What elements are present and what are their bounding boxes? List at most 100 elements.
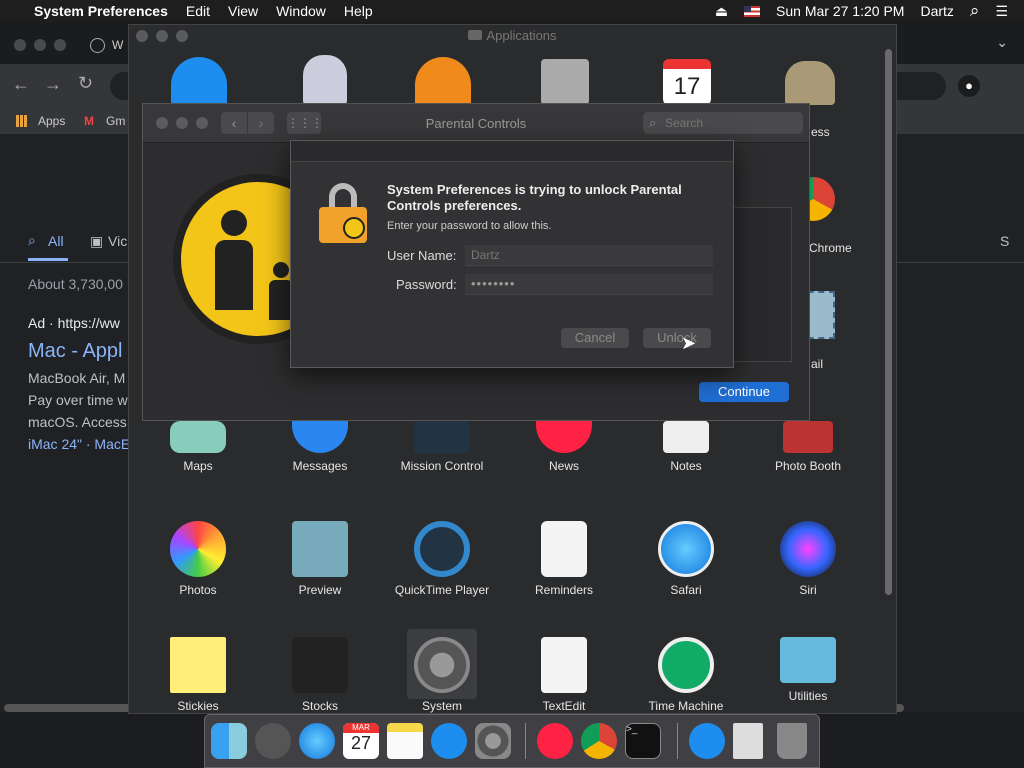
terminal-dock-icon[interactable]: >_ (625, 723, 661, 759)
dialog-title-strip (291, 141, 733, 162)
ad-desc-3: macOS. Access (28, 414, 127, 430)
dialog-heading: System Preferences is trying to unlock P… (387, 182, 682, 213)
preferences-search-field[interactable]: ⌕ Search (643, 112, 803, 134)
chess-label: ess (811, 125, 830, 139)
dock-divider (525, 723, 526, 759)
password-label: Password: (396, 277, 457, 292)
news-dock-icon[interactable] (537, 723, 573, 759)
calendar-icon[interactable]: 17 (663, 59, 711, 105)
app-textedit[interactable]: TextEdit (503, 637, 625, 713)
app-store-icon[interactable] (171, 57, 227, 105)
finder-scrollbar[interactable] (885, 49, 892, 595)
calculator-icon[interactable] (541, 59, 589, 105)
app-mission-control[interactable]: Mission Control (381, 421, 503, 473)
ad-url[interactable]: Ad · https://ww (28, 315, 120, 331)
app-siri[interactable]: Siri (747, 521, 869, 597)
unlock-dialog: System Preferences is trying to unlock P… (290, 140, 734, 368)
stickies-icon (170, 637, 226, 693)
search-tab-right[interactable]: S (1000, 233, 1009, 249)
search-tab-all[interactable]: All (48, 233, 64, 249)
app-news[interactable]: News (503, 421, 625, 473)
app-stickies[interactable]: Stickies (137, 637, 259, 713)
gmail-icon[interactable]: M (84, 114, 94, 128)
show-all-grid-button[interactable]: ⋮⋮⋮ (287, 112, 323, 134)
eject-icon[interactable]: ⏏ (715, 3, 728, 20)
app-preview[interactable]: Preview (259, 521, 381, 597)
app-messages[interactable]: Messages (259, 421, 381, 473)
control-center-icon[interactable]: ☰ (995, 3, 1008, 20)
safari-dock-icon[interactable] (299, 723, 335, 759)
siri-icon (780, 521, 836, 577)
window-zoom-button[interactable] (54, 39, 66, 51)
menu-edit[interactable]: Edit (186, 3, 210, 19)
app-safari[interactable]: Safari (625, 521, 747, 597)
bookmark-apps[interactable]: Apps (38, 114, 65, 128)
document-stack-icon[interactable] (733, 723, 763, 759)
calendar-dock-icon[interactable]: MAR 27 (343, 723, 379, 759)
tab-title[interactable]: W (112, 38, 123, 52)
app-notes[interactable]: Notes (625, 421, 747, 473)
ad-title-link[interactable]: Mac - Appl (28, 340, 122, 363)
launchpad-icon[interactable] (255, 723, 291, 759)
app-photos[interactable]: Photos (137, 521, 259, 597)
chrome-app-label: Chrome (809, 241, 852, 255)
system-preferences-dock-icon[interactable] (475, 723, 511, 759)
books-icon[interactable] (415, 57, 471, 105)
notes-dock-icon[interactable] (387, 723, 423, 759)
continue-button[interactable]: Continue (699, 382, 789, 402)
reload-icon[interactable]: ↻ (78, 73, 93, 94)
app-menu[interactable]: System Preferences (34, 3, 168, 19)
automator-icon[interactable] (303, 55, 347, 105)
tab-search-chevron-icon[interactable]: ⌄ (996, 34, 1008, 51)
search-tab-videos[interactable]: Vic (108, 233, 127, 249)
app-stocks[interactable]: Stocks (259, 637, 381, 713)
content-panel (733, 207, 792, 362)
bookmark-gmail[interactable]: Gm (106, 114, 125, 128)
window-close-button[interactable] (14, 39, 26, 51)
finder-close-button[interactable] (136, 30, 148, 42)
menu-view[interactable]: View (228, 3, 258, 19)
finder-zoom-button[interactable] (176, 30, 188, 42)
app-quicktime[interactable]: QuickTime Player (381, 521, 503, 597)
menu-window[interactable]: Window (276, 3, 326, 19)
pc-zoom-button[interactable] (196, 117, 208, 129)
mouse-cursor-icon: ➤ (681, 333, 697, 353)
finder-icon[interactable] (211, 723, 247, 759)
spotlight-search-icon[interactable]: ⌕ (970, 1, 980, 21)
password-field[interactable]: •••••••• (465, 274, 713, 295)
pc-close-button[interactable] (156, 117, 168, 129)
video-icon: ▣ (90, 233, 104, 249)
back-button[interactable]: ‹ (221, 112, 247, 134)
user-name-field[interactable]: Dartz (465, 245, 713, 266)
menubar-user[interactable]: Dartz (920, 3, 953, 19)
ad-sitelinks[interactable]: iMac 24" · MacE (28, 436, 130, 452)
app-utilities[interactable]: Utilities (747, 637, 869, 703)
window-minimize-button[interactable] (34, 39, 46, 51)
back-arrow-icon[interactable]: ← (12, 74, 30, 95)
trash-icon[interactable] (777, 723, 807, 759)
menubar-clock[interactable]: Sun Mar 27 1:20 PM (776, 3, 904, 19)
app-photo-booth[interactable]: Photo Booth (747, 421, 869, 473)
app-reminders[interactable]: Reminders (503, 521, 625, 597)
pc-minimize-button[interactable] (176, 117, 188, 129)
app-maps[interactable]: Maps (137, 421, 259, 473)
textedit-icon (541, 637, 587, 693)
chrome-dock-icon[interactable] (581, 723, 617, 759)
system-preferences-icon (414, 637, 470, 693)
flag-icon[interactable] (744, 5, 761, 17)
finder-minimize-button[interactable] (156, 30, 168, 42)
app-store-downloads-icon[interactable] (689, 723, 725, 759)
app-time-machine[interactable]: Time Machine (625, 637, 747, 713)
cancel-button[interactable]: Cancel (561, 328, 629, 348)
app-store-dock-icon[interactable] (431, 723, 467, 759)
chess-icon[interactable] (785, 61, 835, 105)
dock: MAR 27 >_ (204, 714, 820, 768)
calendar-dock-month: MAR (343, 723, 379, 733)
apps-grid-icon[interactable] (16, 115, 28, 127)
unlock-button[interactable]: Unlock (643, 328, 711, 348)
menu-help[interactable]: Help (344, 3, 373, 19)
forward-arrow-icon[interactable]: → (44, 74, 62, 95)
profile-icon[interactable]: ● (958, 75, 980, 97)
forward-button[interactable]: › (248, 112, 274, 134)
app-system-preferences[interactable]: System (407, 629, 477, 713)
